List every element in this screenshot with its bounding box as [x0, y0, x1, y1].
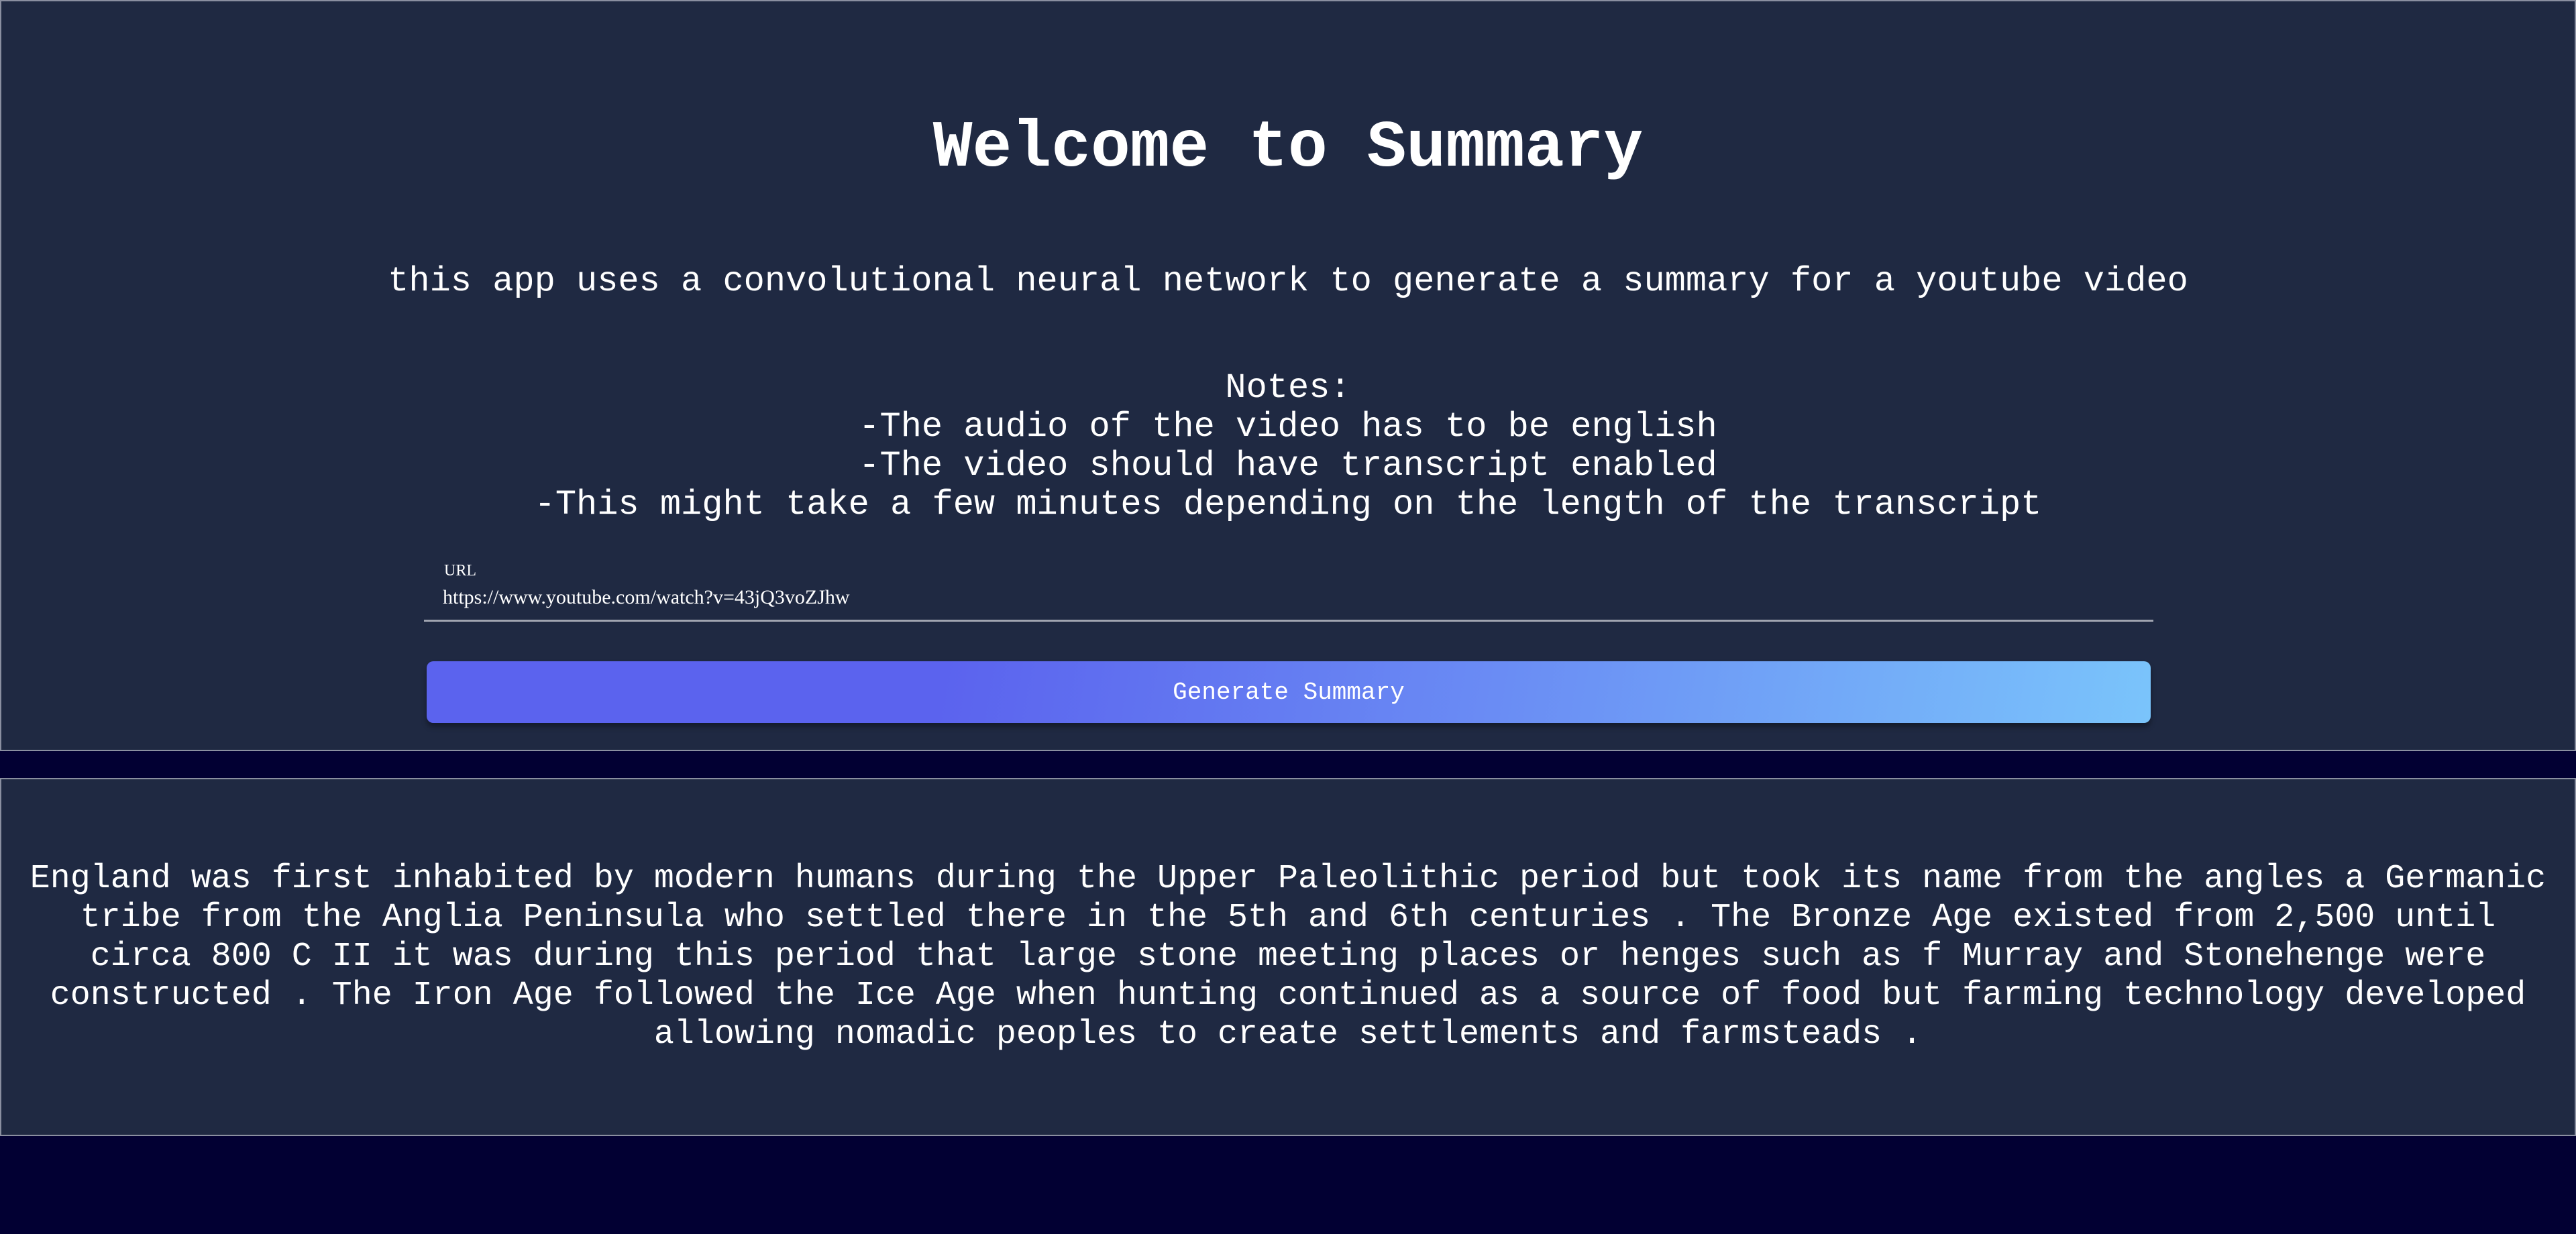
summary-text: England was first inhabited by modern hu…: [30, 860, 2546, 1054]
url-label: URL: [444, 562, 476, 579]
notes-section: Notes: -The audio of the video has to be…: [1, 369, 2575, 524]
input-panel: Welcome to Summary this app uses a convo…: [0, 0, 2576, 751]
page-title: Welcome to Summary: [932, 111, 1644, 186]
note-item: -The video should have transcript enable…: [859, 446, 1717, 486]
note-item: -The audio of the video has to be englis…: [859, 407, 1717, 447]
url-input[interactable]: [443, 583, 2120, 612]
url-field[interactable]: URL: [424, 554, 2153, 622]
app-description: this app uses a convolutional neural net…: [388, 262, 2188, 301]
notes-heading: Notes:: [1225, 368, 1351, 408]
note-item: -This might take a few minutes depending…: [534, 485, 2042, 524]
summary-panel: England was first inhabited by modern hu…: [0, 778, 2576, 1136]
generate-summary-button[interactable]: Generate Summary: [427, 661, 2151, 723]
